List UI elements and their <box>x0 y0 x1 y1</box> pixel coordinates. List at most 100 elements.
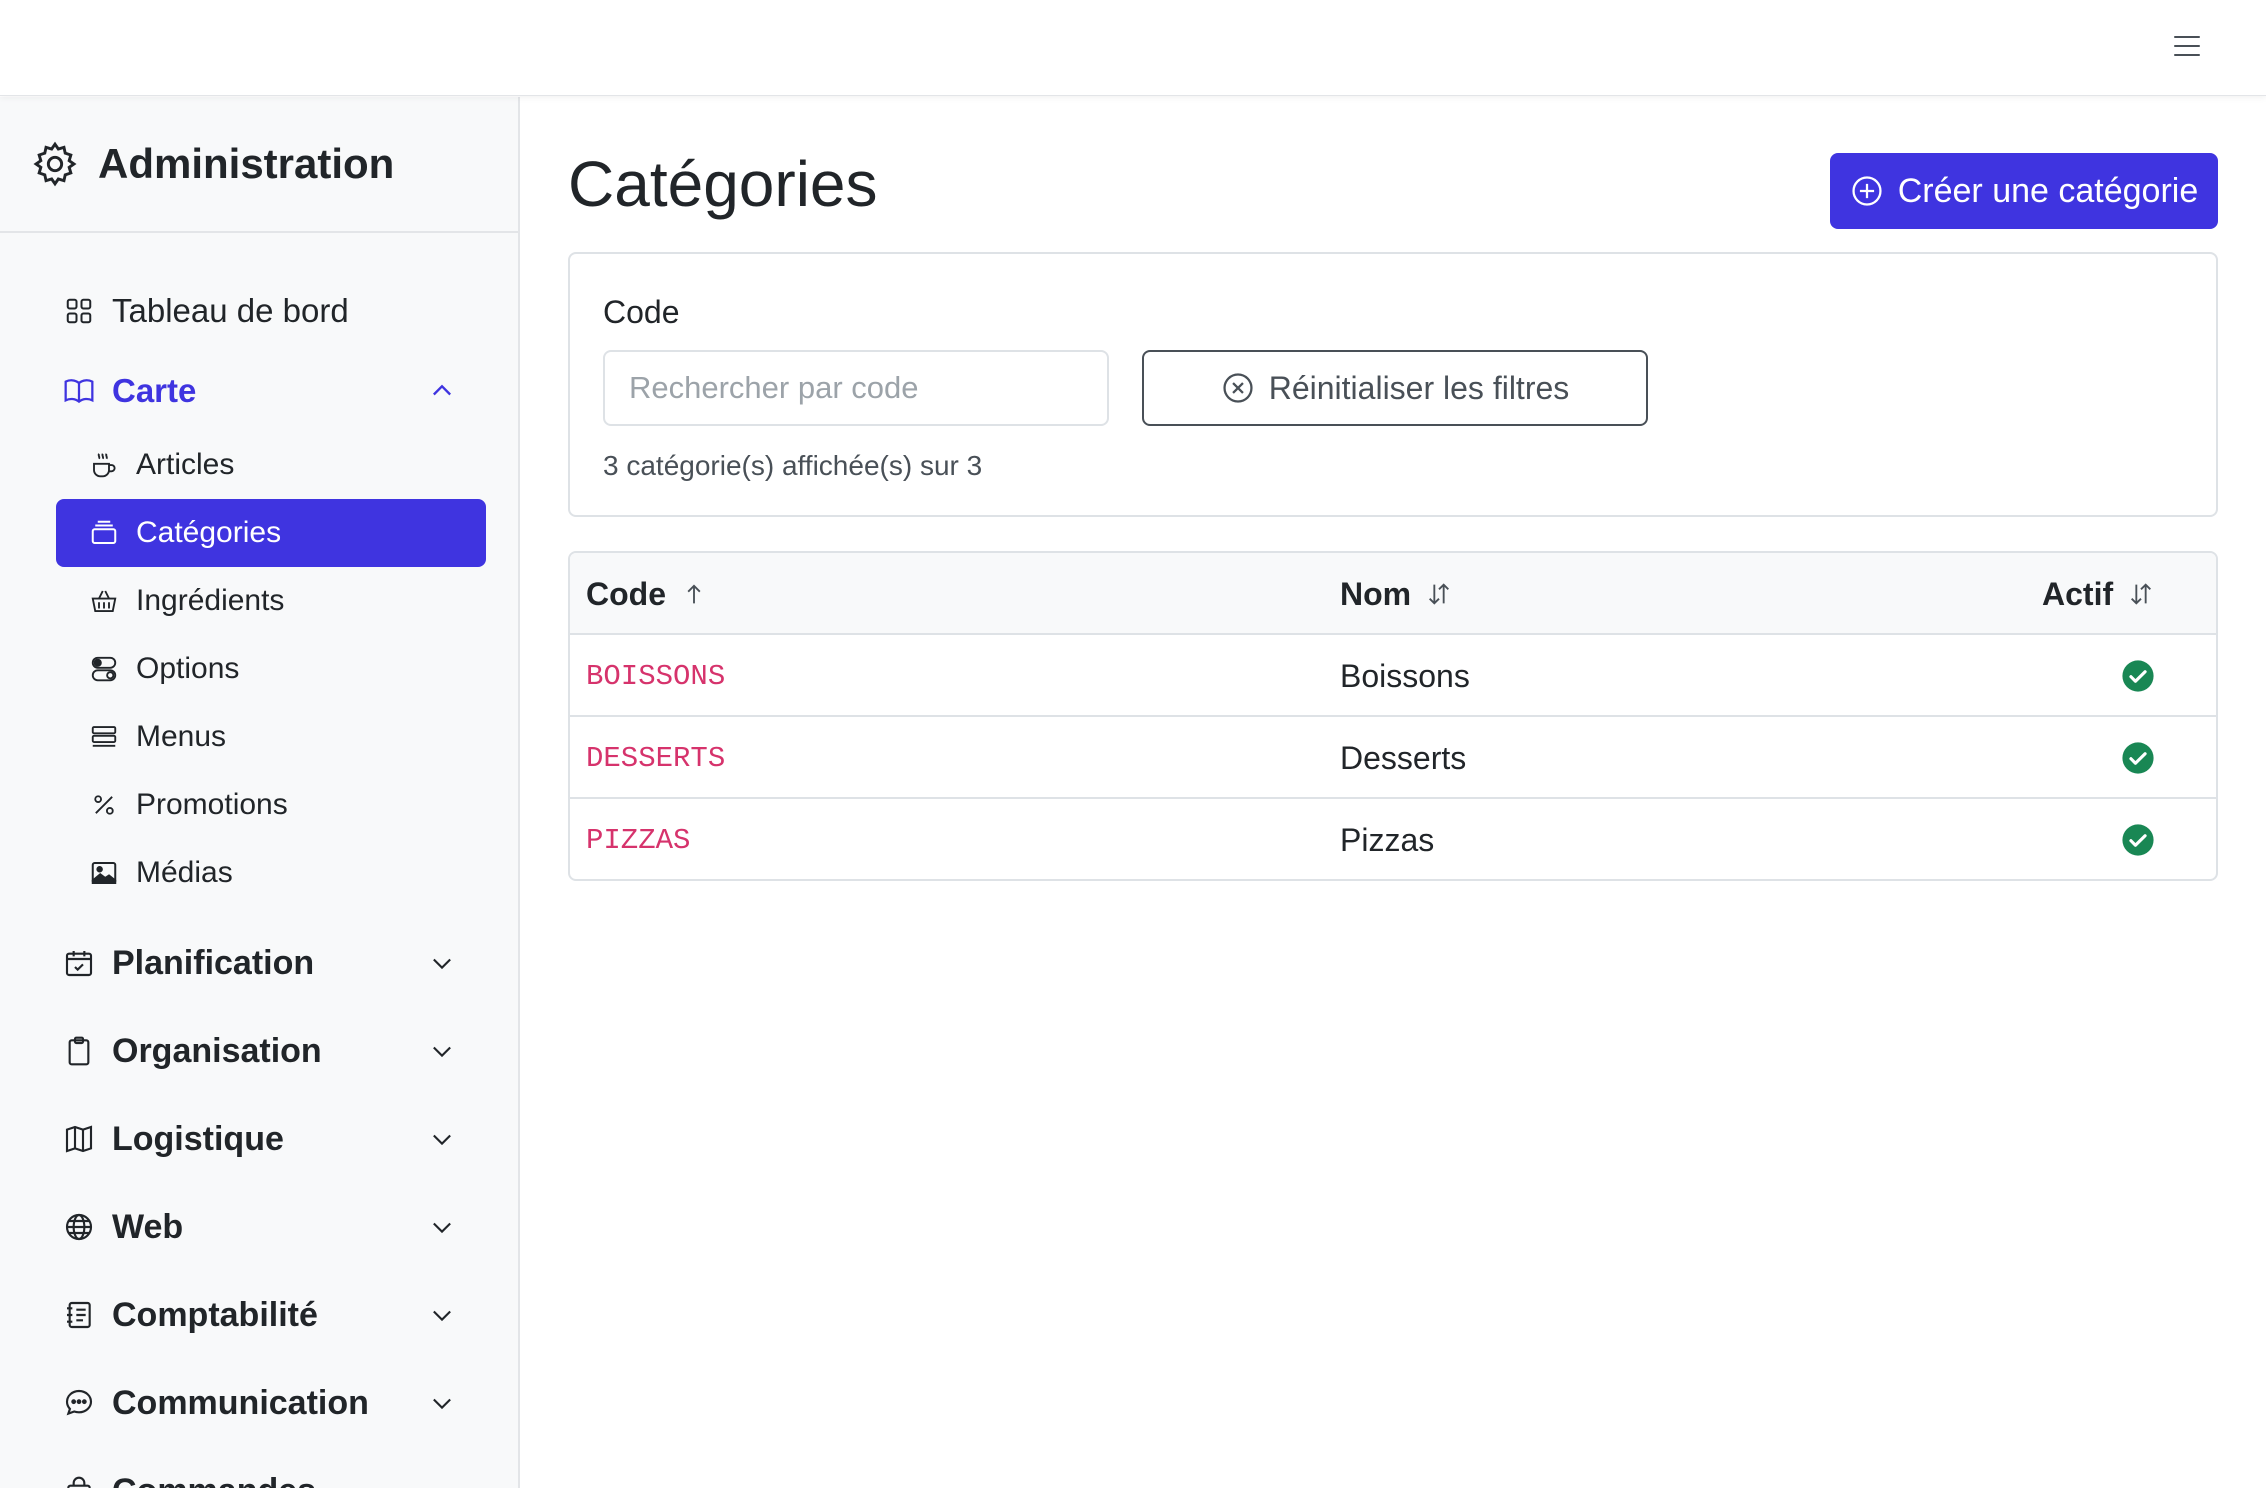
top-navbar <box>0 0 2266 96</box>
column-label: Nom <box>1340 575 1412 612</box>
sort-toggle-icon <box>2131 583 2152 605</box>
sidebar-item-label: Tableau de bord <box>112 292 349 329</box>
column-header-nom[interactable]: Nom <box>1340 553 1453 635</box>
sidebar-item-label: Logistique <box>112 1119 284 1158</box>
sidebar-item-label: Carte <box>112 372 197 409</box>
basket-icon <box>88 585 120 617</box>
sidebar-item-label: Web <box>112 1207 184 1246</box>
sidebar-item-planification[interactable]: Planification <box>0 919 518 1007</box>
column-header-code[interactable]: Code <box>586 553 708 635</box>
category-name: Pizzas <box>1340 821 1435 858</box>
sidebar-item-commandes[interactable]: Commandes <box>0 1447 518 1488</box>
percent-icon <box>88 789 120 821</box>
sidebar-item-label: Communication <box>112 1383 369 1422</box>
chevron-down-icon <box>433 1134 451 1146</box>
check-circle-icon <box>2122 824 2154 856</box>
sidebar-item-label: Catégories <box>136 516 282 549</box>
carte-submenu: Articles Catégories Ingrédients Options <box>0 431 518 907</box>
table-row[interactable]: DESSERTS Desserts <box>570 717 2216 799</box>
book-icon <box>62 374 96 408</box>
categories-table: Code Nom Actif BOISSONS Boissons DESSERT… <box>568 551 2218 881</box>
cup-hot-icon <box>88 449 120 481</box>
toggles-icon <box>88 653 120 685</box>
grid-icon <box>62 294 96 328</box>
bag-icon <box>62 1474 96 1488</box>
chevron-down-icon <box>433 1222 451 1234</box>
sidebar-item-label: Promotions <box>136 788 288 821</box>
check-circle-icon <box>2122 660 2154 692</box>
column-label: Actif <box>2042 575 2114 612</box>
sort-ascending-icon <box>687 584 701 604</box>
sort-toggle-icon <box>1429 583 1450 605</box>
brand-title: Administration <box>98 140 395 187</box>
sidebar-item-label: Ingrédients <box>136 584 285 617</box>
page-title: Catégories <box>568 148 878 220</box>
chevron-up-icon <box>433 384 451 396</box>
menu-toggle-icon[interactable] <box>2174 36 2200 58</box>
sidebar-item-carte[interactable]: Carte <box>0 351 518 431</box>
sidebar-item-label: Planification <box>112 943 315 982</box>
journal-icon <box>62 1298 96 1332</box>
reset-filters-label: Réinitialiser les filtres <box>1268 369 1570 406</box>
table-row[interactable]: PIZZAS Pizzas <box>570 799 2216 879</box>
stack-icon <box>88 721 120 753</box>
check-circle-icon <box>2122 742 2154 774</box>
sidebar-item-tableau-de-bord[interactable]: Tableau de bord <box>0 271 518 351</box>
sidebar-brand: Administration <box>0 97 518 233</box>
chevron-down-icon <box>433 1046 451 1058</box>
active-status <box>2120 717 2156 799</box>
category-code: PIZZAS <box>586 823 691 857</box>
sidebar-item-logistique[interactable]: Logistique <box>0 1095 518 1183</box>
sidebar-item-label: Articles <box>136 448 235 481</box>
create-category-button[interactable]: Créer une catégorie <box>1830 153 2218 229</box>
plus-circle-icon <box>1852 176 1882 206</box>
sidebar-item-label: Commandes <box>112 1472 316 1488</box>
sidebar-item-label: Menus <box>136 720 227 753</box>
clipboard-icon <box>62 1034 96 1068</box>
table-header: Code Nom Actif <box>570 553 2216 635</box>
chevron-down-icon <box>433 1310 451 1322</box>
filter-card: Code Réinitialiser les filtres 3 catégor… <box>568 252 2218 517</box>
chevron-down-icon <box>433 958 451 970</box>
layers-icon <box>88 517 120 549</box>
sidebar-item-label: Organisation <box>112 1031 322 1070</box>
sidebar-nav: Tableau de bord Carte Articles Catégorie… <box>0 233 518 1488</box>
active-status <box>2120 635 2156 717</box>
sidebar-item-categories[interactable]: Catégories <box>56 499 486 567</box>
sidebar-item-promotions[interactable]: Promotions <box>56 771 486 839</box>
image-icon <box>88 857 120 889</box>
sidebar-item-menus[interactable]: Menus <box>56 703 486 771</box>
gear-icon <box>33 141 77 187</box>
sidebar-item-label: Comptabilité <box>112 1295 318 1334</box>
category-name: Desserts <box>1340 739 1467 776</box>
sidebar: Administration Tableau de bord Carte Art… <box>0 97 520 1488</box>
chat-icon <box>62 1386 96 1420</box>
x-circle-icon <box>1223 373 1253 403</box>
sidebar-item-label: Options <box>136 652 240 685</box>
globe-icon <box>62 1210 96 1244</box>
sidebar-item-web[interactable]: Web <box>0 1183 518 1271</box>
category-code: DESSERTS <box>586 741 726 775</box>
code-filter-label: Code <box>603 294 680 330</box>
results-count: 3 catégorie(s) affichée(s) sur 3 <box>603 450 983 481</box>
reset-filters-button[interactable]: Réinitialiser les filtres <box>1142 350 1648 426</box>
code-search-input[interactable] <box>603 350 1109 426</box>
table-row[interactable]: BOISSONS Boissons <box>570 635 2216 717</box>
sidebar-item-organisation[interactable]: Organisation <box>0 1007 518 1095</box>
map-icon <box>62 1122 96 1156</box>
create-category-label: Créer une catégorie <box>1897 171 2199 210</box>
sidebar-item-options[interactable]: Options <box>56 635 486 703</box>
sidebar-item-articles[interactable]: Articles <box>56 431 486 499</box>
chevron-down-icon <box>433 1398 451 1410</box>
sidebar-item-ingredients[interactable]: Ingrédients <box>56 567 486 635</box>
column-label: Code <box>586 575 666 612</box>
calendar-check-icon <box>62 946 96 980</box>
category-name: Boissons <box>1340 657 1470 694</box>
category-code: BOISSONS <box>586 659 726 693</box>
sidebar-item-label: Médias <box>136 856 233 889</box>
active-status <box>2120 799 2156 879</box>
sidebar-item-communication[interactable]: Communication <box>0 1359 518 1447</box>
column-header-actif[interactable]: Actif <box>2042 553 2155 635</box>
sidebar-item-comptabilite[interactable]: Comptabilité <box>0 1271 518 1359</box>
sidebar-item-medias[interactable]: Médias <box>56 839 486 907</box>
